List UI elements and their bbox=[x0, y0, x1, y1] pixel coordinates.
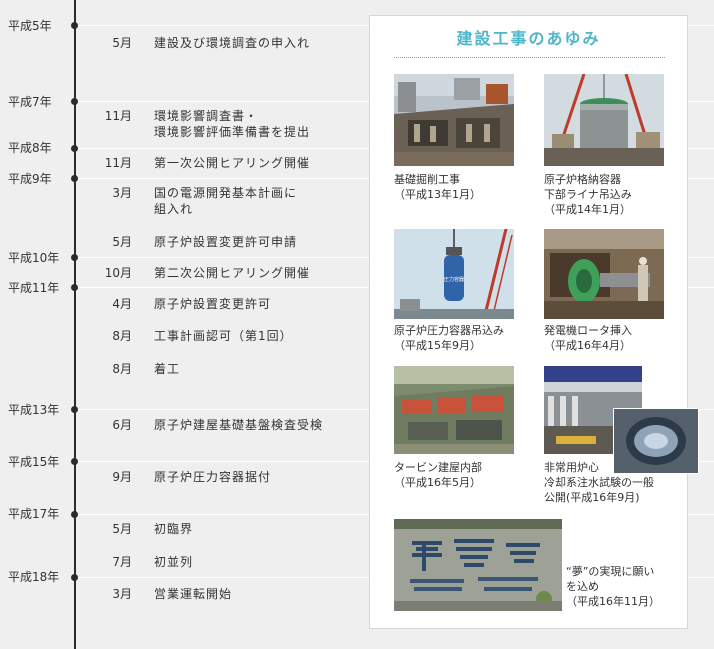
timeline-dot bbox=[71, 98, 78, 105]
photo-caption: 発電機ロータ挿入 （平成16年4月） bbox=[544, 324, 632, 352]
event-text: 営業運転開始 bbox=[154, 587, 233, 601]
timeline-dot bbox=[71, 145, 78, 152]
photo-pressure-vessel-lift: 圧力容器 bbox=[394, 229, 514, 319]
event-text: 初並列 bbox=[154, 555, 194, 569]
year-label: 平成7年 bbox=[8, 95, 52, 109]
event-text: 原子炉圧力容器据付 bbox=[154, 470, 272, 484]
photo-containment-liner bbox=[544, 74, 664, 166]
year-label: 平成9年 bbox=[8, 172, 52, 186]
event-text: 国の電源開発基本計画に 組入れ bbox=[154, 186, 298, 216]
event-text: 第二次公開ヒアリング開催 bbox=[154, 266, 311, 280]
timeline-dot bbox=[71, 284, 78, 291]
panel-title: 建設工事のあゆみ bbox=[456, 29, 601, 48]
timeline-dot bbox=[71, 254, 78, 261]
photo-caption: 原子炉圧力容器吊込み （平成15年9月） bbox=[394, 324, 504, 352]
photo-generator-rotor bbox=[544, 229, 664, 319]
event-text: 原子炉設置変更許可 bbox=[154, 297, 272, 311]
event-text: 原子炉建屋基礎基盤検査受検 bbox=[154, 418, 324, 432]
photo-caption: タービン建屋内部 （平成16年5月） bbox=[394, 461, 482, 489]
event-month: 5月 bbox=[112, 36, 132, 50]
timeline-dot bbox=[71, 175, 78, 182]
photo-caption: 非常用炉心 冷却系注水試験の一般 公開(平成16年9月) bbox=[544, 461, 654, 504]
year-label: 平成13年 bbox=[8, 403, 60, 417]
photo-caption: 基礎掘削工事 （平成13年1月） bbox=[394, 173, 481, 201]
event-text: 着工 bbox=[154, 362, 181, 376]
event-month: 11月 bbox=[104, 109, 132, 123]
event-month: 3月 bbox=[112, 186, 132, 200]
year-label: 平成8年 bbox=[8, 141, 52, 155]
year-label: 平成5年 bbox=[8, 19, 52, 33]
event-text: 初臨界 bbox=[154, 522, 194, 536]
year-label: 平成15年 bbox=[8, 455, 60, 469]
timeline-dot bbox=[71, 574, 78, 581]
vessel-label: 圧力容器 bbox=[444, 276, 464, 283]
event-text: 第一次公開ヒアリング開催 bbox=[154, 156, 311, 170]
year-label: 平成10年 bbox=[8, 251, 60, 265]
timeline-dot bbox=[71, 458, 78, 465]
photo-foundation-excavation bbox=[394, 74, 514, 166]
event-month: 8月 bbox=[112, 329, 132, 343]
event-month: 6月 bbox=[112, 418, 132, 432]
construction-history-panel: 建設工事のあゆみ 基礎掘削工事 （平成13年1月） 原子炉格納容器 下部ライナ吊… bbox=[369, 15, 699, 629]
photo-caption: “夢”の実現に願い を込め （平成16年11月） bbox=[566, 565, 660, 608]
event-month: 8月 bbox=[112, 362, 132, 376]
timeline-dot bbox=[71, 406, 78, 413]
event-text: 環境影響調査書・ 環境影響評価準備書を提出 bbox=[154, 109, 311, 139]
timeline-dot bbox=[71, 511, 78, 518]
year-label: 平成17年 bbox=[8, 507, 60, 521]
event-text: 原子炉設置変更許可申請 bbox=[154, 235, 298, 249]
event-text: 工事計画認可（第1回） bbox=[154, 329, 293, 343]
event-month: 5月 bbox=[112, 235, 132, 249]
year-label: 平成11年 bbox=[8, 281, 60, 295]
event-month: 11月 bbox=[104, 156, 132, 170]
event-text: 建設及び環境調査の申入れ bbox=[154, 36, 311, 50]
event-month: 3月 bbox=[112, 587, 132, 601]
event-month: 9月 bbox=[112, 470, 132, 484]
event-month: 5月 bbox=[112, 522, 132, 536]
event-month: 4月 bbox=[112, 297, 132, 311]
timeline-dot bbox=[71, 22, 78, 29]
event-month: 7月 bbox=[112, 555, 132, 569]
photo-dream-formation bbox=[394, 519, 562, 611]
photo-caption: 原子炉格納容器 下部ライナ吊込み （平成14年1月） bbox=[544, 173, 632, 216]
year-label: 平成18年 bbox=[8, 570, 60, 584]
photo-turbine-building bbox=[394, 366, 514, 454]
title-divider bbox=[394, 57, 665, 58]
event-month: 10月 bbox=[104, 266, 132, 280]
